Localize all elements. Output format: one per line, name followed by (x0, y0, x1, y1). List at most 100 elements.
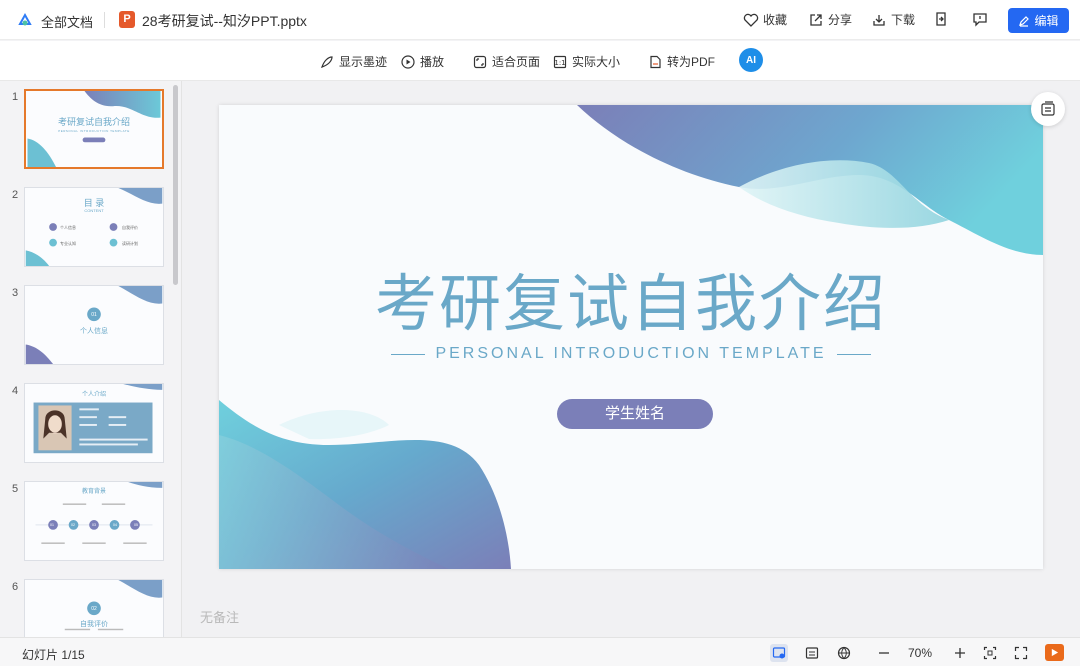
thumbnail-title: 教育背景 (81, 489, 106, 495)
thumbnail-subtitle: PERSONAL INTRODUCTION TEMPLATE (58, 129, 130, 133)
student-name-badge: 学生姓名 (557, 399, 713, 429)
timeline-circle: 01 (50, 523, 54, 527)
heart-icon (743, 13, 759, 27)
slide-thumbnail-6[interactable]: 02 自我评价 (24, 579, 164, 637)
status-bar: 幻灯片 1/15 70% (0, 637, 1080, 666)
slide-subtitle: PERSONAL INTRODUCTION TEMPLATE (219, 345, 1043, 363)
fit-window-button[interactable] (981, 644, 999, 662)
slide-thumbnail-4[interactable]: 个人介绍 (24, 383, 164, 463)
to-pdf-label: 转为PDF (667, 55, 716, 69)
play-circle-icon (401, 54, 415, 69)
slide-thumbnails-panel: 1 考研复试自我介绍 PERSONAL INTRODUCTION TEMPLAT… (0, 81, 182, 637)
export-button[interactable] (933, 11, 949, 27)
pencil-icon (1019, 15, 1030, 27)
ppt-file-icon: P (119, 11, 135, 28)
current-slide[interactable]: 考研复试自我介绍 PERSONAL INTRODUCTION TEMPLATE … (219, 105, 1043, 569)
top-bar: 全部文档 P 28考研复试--知汐PPT.pptx 收藏 分享 下载 编辑 (0, 0, 1080, 40)
slide-thumbnail-3[interactable]: 01 个人信息 (24, 285, 164, 365)
thumbnail-number: 1 (12, 91, 19, 103)
thumbnail-scrollbar[interactable] (173, 85, 178, 285)
thumbnail-number: 6 (12, 581, 19, 593)
all-documents-link[interactable]: 全部文档 (41, 12, 93, 31)
comment-icon (973, 13, 987, 27)
slide-list-toggle-button[interactable] (1031, 92, 1065, 126)
thumbnail-number: 4 (12, 385, 19, 397)
actual-size-button[interactable]: 1:1 实际大小 (553, 53, 620, 70)
play-icon (1051, 648, 1059, 657)
edit-label: 编辑 (1034, 14, 1059, 28)
subtitle-text: PERSONAL INTRODUCTION TEMPLATE (435, 345, 827, 362)
slide-title: 考研复试自我介绍 (374, 267, 887, 340)
normal-view-icon (772, 647, 786, 659)
thumbnail-item: 读研计划 (122, 241, 138, 246)
notes-view-icon (805, 647, 819, 659)
thumbnail-item: 专业认知 (60, 241, 76, 246)
thumbnail-title: 考研复试自我介绍 (57, 117, 130, 127)
export-icon (936, 12, 946, 26)
fullscreen-icon (1014, 646, 1028, 660)
zoom-in-button[interactable] (951, 644, 969, 662)
globe-icon (837, 646, 851, 660)
actual-size-label: 实际大小 (572, 55, 621, 69)
pdf-icon (650, 55, 661, 68)
favorite-label: 收藏 (763, 13, 788, 27)
thumbnail-subtitle: CONTENT (84, 208, 104, 213)
view-toolbar: 显示墨迹 播放 适合页面 1:1 实际大小 转为PDF (0, 41, 1080, 81)
edit-button[interactable]: 编辑 (1008, 8, 1069, 33)
thumbnail-item: 自我评价 (122, 225, 138, 230)
thumbnail-title: 个人介绍 (81, 392, 106, 398)
favorite-button[interactable]: 收藏 (743, 11, 787, 28)
play-label: 播放 (420, 55, 445, 69)
timeline-circle: 05 (134, 523, 138, 527)
web-view-button[interactable] (835, 644, 853, 662)
thumbnail-title: 自我评价 (80, 621, 108, 628)
show-ink-button[interactable]: 显示墨迹 (320, 53, 387, 70)
subtitle-right-line (836, 353, 871, 355)
fit-page-button[interactable]: 适合页面 (473, 53, 540, 70)
slide-notes[interactable]: 无备注 (200, 607, 239, 626)
ai-assistant-button[interactable]: AI (739, 48, 763, 72)
thumbnail-number: 3 (12, 287, 19, 299)
slides-icon (1041, 101, 1055, 116)
download-icon (873, 14, 885, 26)
slide-thumbnail-1[interactable]: 考研复试自我介绍 PERSONAL INTRODUCTION TEMPLATE (24, 89, 164, 169)
download-label: 下载 (891, 13, 916, 27)
thumbnail-number: 2 (12, 189, 19, 201)
show-ink-label: 显示墨迹 (339, 55, 388, 69)
svg-text:1:1: 1:1 (554, 59, 565, 67)
share-icon (810, 13, 822, 26)
fit-screen-icon (983, 646, 997, 660)
minus-icon (879, 652, 889, 654)
divider (104, 12, 105, 28)
notes-view-button[interactable] (803, 644, 821, 662)
normal-view-button[interactable] (770, 644, 788, 662)
fullscreen-button[interactable] (1012, 644, 1030, 662)
zoom-out-button[interactable] (875, 644, 893, 662)
zoom-level[interactable]: 70% (908, 646, 932, 660)
share-label: 分享 (828, 13, 853, 27)
share-button[interactable]: 分享 (808, 11, 852, 28)
fit-page-icon (473, 55, 487, 68)
subtitle-left-line (391, 353, 426, 355)
timeline-circle: 04 (113, 523, 117, 527)
download-button[interactable]: 下载 (871, 11, 915, 28)
play-button[interactable]: 播放 (401, 53, 444, 70)
file-name: 28考研复试--知汐PPT.pptx (142, 13, 307, 29)
fit-page-label: 适合页面 (492, 55, 541, 69)
comment-button[interactable] (972, 11, 988, 27)
thumbnail-number: 5 (12, 483, 19, 495)
slide-thumbnail-2[interactable]: 目 录 CONTENT 个人信息 自我评价 专业认知 读研计划 (24, 187, 164, 267)
ink-icon (321, 55, 333, 68)
thumbnail-art (25, 286, 163, 364)
cloud-drive-icon[interactable] (16, 11, 34, 29)
thumbnail-badge: 01 (91, 312, 97, 318)
slide-thumbnail-5[interactable]: 教育背景 01 02 03 04 05 (24, 481, 164, 561)
slideshow-play-button[interactable] (1045, 644, 1064, 661)
thumbnail-item: 个人信息 (60, 225, 76, 230)
thumbnail-badge: 02 (91, 606, 97, 612)
thumbnail-title: 个人信息 (80, 328, 108, 335)
slide-counter: 幻灯片 1/15 (22, 648, 85, 662)
plus-icon (955, 648, 965, 658)
timeline-circle: 02 (71, 523, 75, 527)
to-pdf-button[interactable]: 转为PDF (648, 53, 715, 70)
